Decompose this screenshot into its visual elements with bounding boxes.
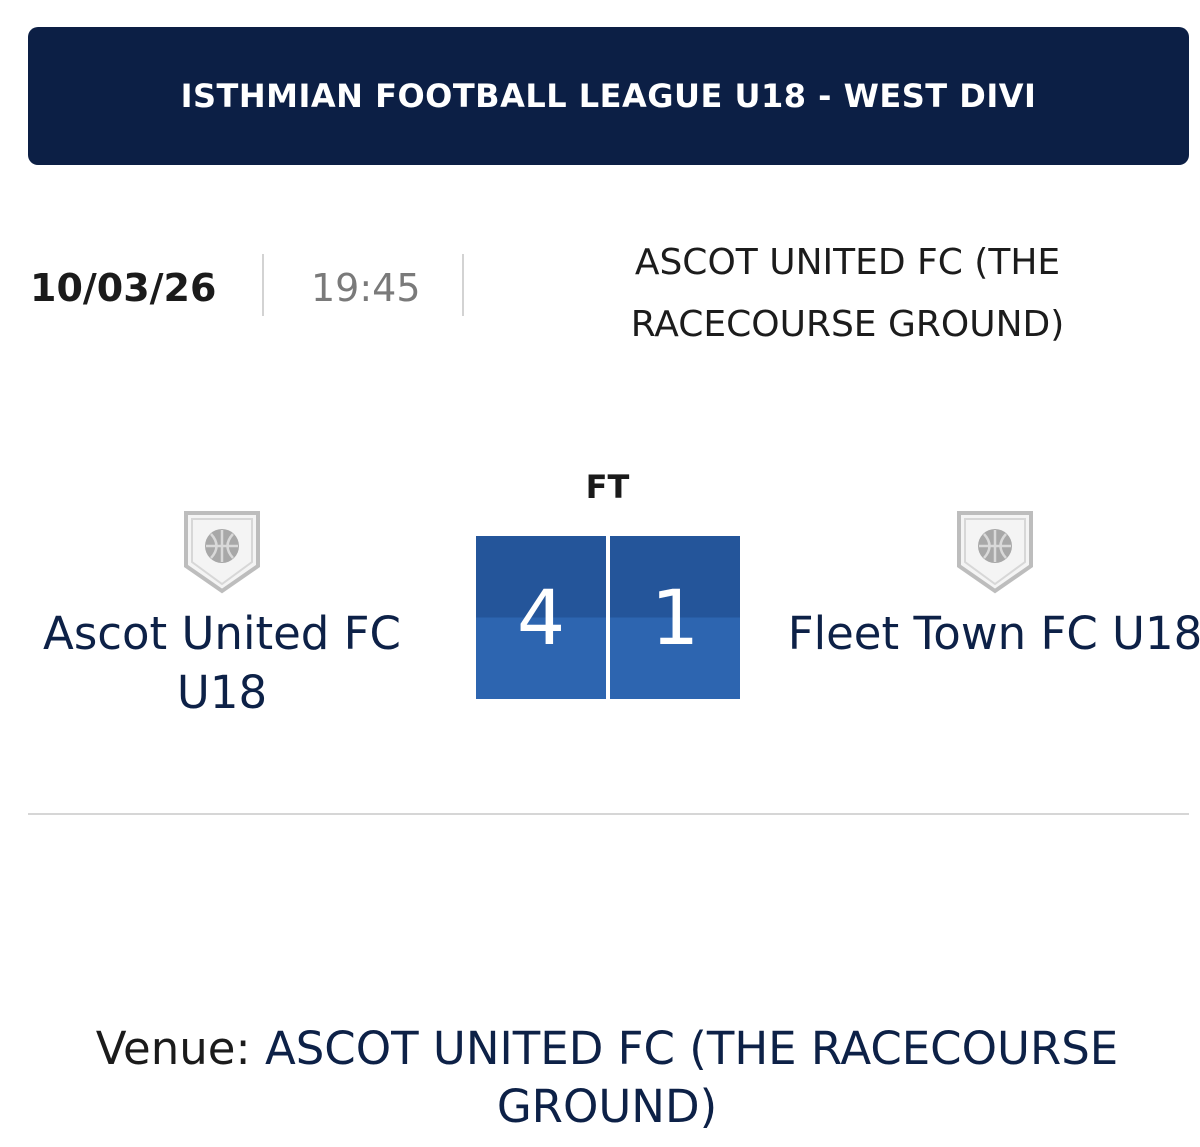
home-score: 4 [476,536,606,699]
match-status: FT [585,468,630,506]
away-team-name: Fleet Town FC U18 [787,607,1200,660]
match-time: 19:45 [311,266,421,310]
league-title: ISTHMIAN FOOTBALL LEAGUE U18 - WEST DIVI [180,77,1037,115]
away-team[interactable]: Fleet Town FC U18 [785,510,1200,663]
match-date: 10/03/26 [30,266,217,310]
league-banner[interactable]: ISTHMIAN FOOTBALL LEAGUE U18 - WEST DIVI [28,27,1189,165]
home-crest-shield-football-icon [184,511,260,594]
match-page: ISTHMIAN FOOTBALL LEAGUE U18 - WEST DIVI… [0,0,1200,1147]
away-score: 1 [610,536,740,699]
home-team[interactable]: Ascot United FC U18 [12,510,432,722]
away-crest-shield-football-icon [957,511,1033,594]
venue-footer: Venue: ASCOT UNITED FC (THE RACECOURSE G… [80,1020,1134,1136]
date-time-divider [262,254,264,316]
time-venue-divider [462,254,464,316]
venue-label: Venue: [95,1022,265,1075]
venue-header: ASCOT UNITED FC (THE RACECOURSE GROUND) [630,242,1065,345]
home-team-name: Ascot United FC U18 [43,607,401,719]
venue-value[interactable]: ASCOT UNITED FC (THE RACECOURSE GROUND) [265,1022,1118,1133]
section-divider [28,813,1189,815]
